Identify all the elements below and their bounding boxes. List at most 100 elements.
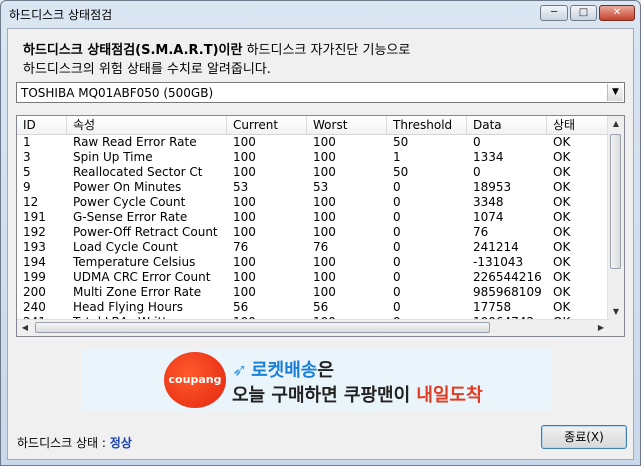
table-cell: 100	[313, 195, 336, 209]
table-cell: 18953	[473, 180, 512, 194]
scroll-down-icon[interactable]: ▼	[608, 304, 624, 320]
column-header[interactable]: Data	[467, 116, 547, 134]
table-cell: 50	[393, 165, 409, 179]
table-cell: 76	[313, 240, 329, 254]
table-row[interactable]: 240 Head Flying Hours 56 56 0 17758 OK	[17, 300, 609, 315]
ad-banner[interactable]: coupang ➶ 로켓배송은 오늘 구매하면 쿠팡맨이 내일도착	[82, 349, 551, 411]
table-cell: 100	[233, 270, 256, 284]
table-cell: OK	[553, 210, 571, 224]
table-cell: 12	[23, 195, 39, 209]
table-cell: 76	[233, 240, 249, 254]
table-cell: 9	[23, 180, 31, 194]
table-cell: 192	[23, 225, 46, 239]
table-row[interactable]: 200 Multi Zone Error Rate 100 100 0 985968109…	[17, 285, 609, 300]
table-cell: 226544216	[473, 270, 542, 284]
disk-status: 하드디스크 상태 : 정상	[17, 434, 132, 451]
table-cell: OK	[553, 240, 571, 254]
table-cell: 100	[313, 270, 336, 284]
table-cell: 1334	[473, 150, 504, 164]
smart-attribute-table[interactable]: ID 속성 Current Worst Threshold Data 상태 1 Raw Rea…	[16, 115, 625, 337]
ad-subline: 오늘 구매하면 쿠팡맨이 내일도착	[232, 381, 483, 407]
scroll-left-icon[interactable]: ◀	[17, 320, 33, 336]
intro-line-1: 하드디스크 상태점검(S.M.A.R.T)이란 하드디스크 자가진단 기능으로	[23, 39, 410, 58]
table-cell: 0	[393, 285, 401, 299]
table-row[interactable]: 193 Load Cycle Count 76 76 0 241214 OK	[17, 240, 609, 255]
table-row[interactable]: 1 Raw Read Error Rate 100 100 50 0 OK	[17, 135, 609, 150]
table-cell: Power-Off Retract Count	[73, 225, 218, 239]
table-cell: Power On Minutes	[73, 180, 182, 194]
table-cell: OK	[553, 165, 571, 179]
title-bar[interactable]: 하드디스크 상태점검 ─ □ ✕	[1, 1, 640, 27]
table-cell: 5	[23, 165, 31, 179]
table-cell: OK	[553, 300, 571, 314]
table-cell: Reallocated Sector Ct	[73, 165, 203, 179]
column-header[interactable]: 상태	[547, 116, 609, 134]
table-cell: 193	[23, 240, 46, 254]
vertical-scrollbar[interactable]: ▲ ▼	[607, 116, 624, 320]
table-cell: 0	[393, 255, 401, 269]
column-header[interactable]: Threshold	[387, 116, 467, 134]
table-cell: 53	[313, 180, 329, 194]
table-cell: 3348	[473, 195, 504, 209]
table-cell: 0	[393, 240, 401, 254]
column-header[interactable]: Current	[227, 116, 307, 134]
window-title: 하드디스크 상태점검	[9, 8, 113, 22]
scroll-right-icon[interactable]: ▶	[593, 320, 609, 336]
vertical-scroll-thumb[interactable]	[610, 134, 621, 269]
table-cell: 100	[233, 285, 256, 299]
scrollbar-corner	[608, 320, 624, 336]
ad-brand-text: 로켓배송	[251, 360, 318, 381]
table-cell: 56	[233, 300, 249, 314]
horizontal-scroll-thumb[interactable]	[35, 322, 490, 333]
disk-status-value: 정상	[109, 436, 132, 450]
dropdown-arrow-icon[interactable]: ▼	[607, 84, 623, 101]
table-cell: 76	[473, 225, 489, 239]
table-cell: 100	[313, 135, 336, 149]
table-cell: 0	[393, 210, 401, 224]
drive-select[interactable]: TOSHIBA MQ01ABF050 (500GB) ▼	[16, 82, 625, 103]
table-cell: 100	[313, 165, 336, 179]
scroll-up-icon[interactable]: ▲	[608, 116, 624, 132]
table-cell: Load Cycle Count	[73, 240, 178, 254]
table-header: ID 속성 Current Worst Threshold Data 상태	[17, 116, 609, 135]
table-row[interactable]: 192 Power-Off Retract Count 100 100 0 76 OK	[17, 225, 609, 240]
main-window: 하드디스크 상태점검 ─ □ ✕ 하드디스크 상태점검(S.M.A.R.T)이란…	[0, 0, 641, 466]
close-window-button[interactable]: ✕	[599, 5, 635, 21]
horizontal-scrollbar[interactable]: ◀ ▶	[17, 319, 609, 336]
column-header[interactable]: Worst	[307, 116, 387, 134]
table-row[interactable]: 194 Temperature Celsius 100 100 0 -131043 OK	[17, 255, 609, 270]
maximize-button[interactable]: □	[570, 5, 597, 21]
table-cell: 241214	[473, 240, 519, 254]
table-cell: Spin Up Time	[73, 150, 153, 164]
column-header[interactable]: 속성	[67, 116, 227, 134]
table-cell: 200	[23, 285, 46, 299]
table-cell: Temperature Celsius	[73, 255, 196, 269]
intro-rest-text: 하드디스크 자가진단 기능으로	[242, 43, 411, 58]
table-row[interactable]: 191 G-Sense Error Rate 100 100 0 1074 OK	[17, 210, 609, 225]
table-cell: 985968109	[473, 285, 542, 299]
table-cell: G-Sense Error Rate	[73, 210, 188, 224]
minimize-button[interactable]: ─	[540, 5, 568, 21]
column-header[interactable]: ID	[17, 116, 67, 134]
exit-button[interactable]: 종료(X)	[541, 425, 627, 449]
table-cell: 0	[393, 180, 401, 194]
table-cell: 50	[393, 135, 409, 149]
table-cell: 199	[23, 270, 46, 284]
intro-bold-text: 하드디스크 상태점검(S.M.A.R.T)이란	[23, 43, 243, 58]
coupang-logo: coupang	[164, 352, 226, 408]
table-cell: Power Cycle Count	[73, 195, 186, 209]
table-cell: 100	[233, 165, 256, 179]
table-row[interactable]: 12 Power Cycle Count 100 100 0 3348 OK	[17, 195, 609, 210]
disk-status-label: 하드디스크 상태 :	[17, 436, 110, 450]
table-cell: 100	[313, 285, 336, 299]
ad-headline: ➶ 로켓배송은	[232, 356, 334, 382]
table-cell: 0	[473, 135, 481, 149]
table-row[interactable]: 199 UDMA CRC Error Count 100 100 0 226544216 O…	[17, 270, 609, 285]
ad-subline-highlight: 내일도착	[416, 385, 483, 406]
table-cell: 240	[23, 300, 46, 314]
table-row[interactable]: 5 Reallocated Sector Ct 100 100 50 0 OK	[17, 165, 609, 180]
table-cell: 100	[233, 210, 256, 224]
table-cell: 0	[473, 165, 481, 179]
table-row[interactable]: 9 Power On Minutes 53 53 0 18953 OK	[17, 180, 609, 195]
table-row[interactable]: 3 Spin Up Time 100 100 1 1334 OK	[17, 150, 609, 165]
